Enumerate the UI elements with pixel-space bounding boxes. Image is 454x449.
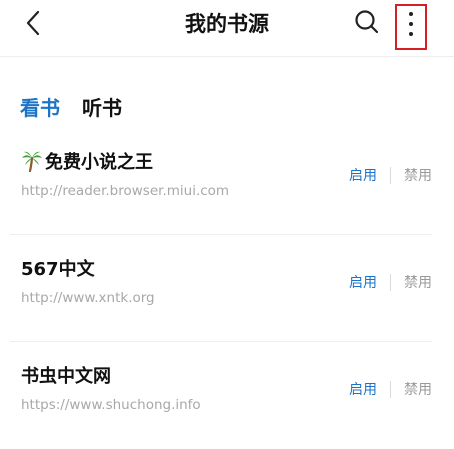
source-item: 567中文 http://www.xntk.org 启用 禁用 bbox=[0, 235, 454, 342]
tab-listen[interactable]: 听书 bbox=[82, 92, 122, 121]
action-separator bbox=[390, 380, 391, 398]
source-actions: 启用 禁用 bbox=[349, 165, 432, 185]
enable-button[interactable]: 启用 bbox=[349, 165, 377, 185]
more-vertical-icon bbox=[409, 12, 413, 42]
source-name: 书虫中文网 bbox=[21, 366, 111, 387]
source-item: 免费小说之王 http://reader.browser.miui.com 启用… bbox=[0, 128, 454, 235]
source-url: http://www.xntk.org bbox=[21, 290, 155, 306]
more-menu-button[interactable] bbox=[395, 4, 427, 50]
header-divider bbox=[0, 56, 454, 57]
source-url: https://www.shuchong.info bbox=[21, 397, 201, 413]
source-url: http://reader.browser.miui.com bbox=[21, 183, 230, 199]
source-tabs: 看书 听书 bbox=[20, 92, 144, 121]
source-actions: 启用 禁用 bbox=[349, 379, 432, 399]
enable-button[interactable]: 启用 bbox=[349, 272, 377, 292]
disable-button[interactable]: 禁用 bbox=[404, 272, 432, 292]
source-list: 免费小说之王 http://reader.browser.miui.com 启用… bbox=[0, 128, 454, 449]
disable-button[interactable]: 禁用 bbox=[404, 379, 432, 399]
disable-button[interactable]: 禁用 bbox=[404, 165, 432, 185]
source-actions: 启用 禁用 bbox=[349, 272, 432, 292]
page-title: 我的书源 bbox=[185, 12, 269, 36]
action-separator bbox=[390, 273, 391, 291]
search-button[interactable] bbox=[352, 7, 382, 37]
source-name: 567中文 bbox=[21, 259, 95, 280]
action-separator bbox=[390, 166, 391, 184]
enable-button[interactable]: 启用 bbox=[349, 379, 377, 399]
source-name: 免费小说之王 bbox=[45, 152, 153, 173]
source-name-row: 免费小说之王 bbox=[21, 148, 153, 174]
top-bar: 我的书源 bbox=[0, 0, 454, 56]
search-icon bbox=[355, 10, 379, 34]
tab-read[interactable]: 看书 bbox=[20, 92, 60, 121]
palm-tree-icon bbox=[22, 151, 42, 172]
